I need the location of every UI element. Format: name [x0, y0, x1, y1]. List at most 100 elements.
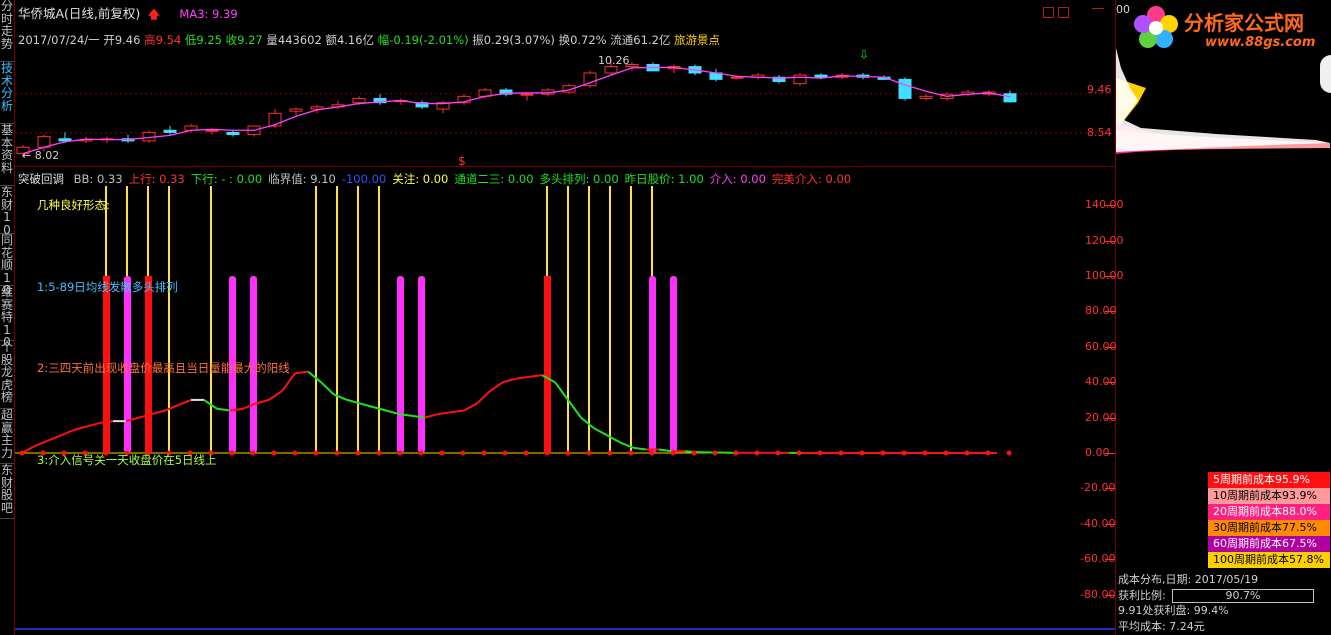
quote-date: 2017/07/24/一 — [18, 33, 100, 47]
candle[interactable] — [751, 72, 765, 80]
candle[interactable] — [247, 125, 261, 137]
restore-window-icon[interactable] — [1043, 7, 1054, 18]
indicator-curve-segment — [73, 425, 88, 431]
zero-dot — [313, 450, 319, 456]
sidebar-tab-8[interactable]: 东财股吧 — [0, 464, 14, 519]
indicator-curve-segment — [99, 420, 114, 424]
candle[interactable] — [436, 100, 450, 114]
indicator-curve-segment — [216, 407, 231, 412]
indicator-value-9: 介入: 0.00 — [709, 172, 766, 186]
indicator-curve-segment — [476, 390, 491, 405]
candle[interactable] — [583, 70, 597, 88]
signal-bar-magenta — [418, 276, 425, 453]
indicator-curve-segment — [281, 372, 296, 392]
zero-dot — [418, 450, 424, 456]
sidebar-tab-2[interactable]: 基本资料 — [0, 124, 14, 186]
cost-legend: 5周期前成本95.9% 10周期前成本93.9% 20周期前成本88.0% 30周期前… — [1208, 472, 1330, 568]
candlestick-chart[interactable]: ⇩ — [15, 48, 1115, 166]
quote-sector[interactable]: 旅游景点 — [674, 33, 720, 47]
sidebar-tab-3[interactable]: 东财10 — [0, 186, 14, 236]
candle[interactable] — [919, 94, 933, 101]
candle[interactable] — [961, 89, 975, 97]
indicator-curve-segment — [34, 439, 49, 447]
sidebar-tab-7[interactable]: 超赢主力 — [0, 409, 14, 464]
profit-ratio-label: 获利比例: — [1118, 588, 1166, 602]
quote-line: 2017/07/24/一 开9.46 高9.54 低9.25 收9.27 量44… — [18, 32, 720, 48]
candle[interactable] — [772, 75, 786, 84]
zero-dot — [544, 450, 550, 456]
price-label-upper: 9.46 — [1087, 83, 1112, 96]
minimize-window-icon[interactable] — [1092, 8, 1104, 9]
indicator-curve-segment — [567, 399, 582, 419]
indicator-curve-segment — [255, 398, 270, 405]
sidebar-tab-5[interactable]: 维赛特10 — [0, 286, 14, 348]
candle[interactable] — [709, 68, 723, 82]
high-price-marker: 10.26 — [598, 54, 630, 67]
indicator-value-0: BB: 0.33 — [73, 172, 123, 186]
scale-tick — [1105, 311, 1115, 313]
zero-dot — [712, 450, 718, 456]
zero-dot — [334, 450, 340, 456]
quote-amount: 额4.16亿 — [325, 33, 375, 47]
zero-dot — [271, 450, 277, 456]
candle[interactable] — [226, 130, 240, 137]
chart-divider — [15, 166, 1115, 167]
candle[interactable] — [415, 100, 429, 110]
quote-float: 流通61.2亿 — [610, 33, 671, 47]
indicator-curve-segment — [359, 402, 374, 408]
zero-dot — [838, 450, 844, 456]
profit-ratio-value: 90.7% — [1225, 588, 1261, 602]
quote-turnover: 换0.72% — [558, 33, 607, 47]
avg-cost: 平均成本: 7.24元 — [1118, 619, 1205, 633]
zero-dot — [733, 450, 739, 456]
indicator-curve-segment — [47, 434, 62, 442]
candle[interactable] — [289, 106, 303, 116]
indicator-title[interactable]: 突破回调 — [18, 172, 64, 186]
scale-tick — [1105, 276, 1115, 277]
indicator-curve-segment — [86, 421, 101, 428]
zero-dot — [964, 450, 970, 456]
close-window-icon[interactable] — [1058, 7, 1069, 18]
sidebar-tab-6[interactable]: 个股龙虎榜 — [0, 341, 14, 409]
scale-tick — [1105, 559, 1115, 561]
indicator-curve-segment — [489, 381, 504, 392]
indicator-curve-segment — [294, 370, 309, 375]
zero-dot — [628, 450, 634, 456]
candle[interactable] — [898, 77, 912, 101]
sidebar-tab-0[interactable]: 分时走势 — [0, 0, 14, 62]
legend-item-2: 20周期前成本88.0% — [1208, 504, 1330, 520]
scale-tick — [1105, 205, 1115, 207]
zero-dot — [292, 450, 298, 456]
indicator-value-7: 多头排列: 0.00 — [539, 172, 619, 186]
zero-dot — [901, 450, 907, 456]
indicator-curve-segment — [177, 398, 192, 407]
legend-item-4: 60周期前成本67.5% — [1208, 536, 1330, 552]
quote-high: 高9.54 — [144, 33, 182, 47]
indicator-curve-segment — [151, 409, 166, 416]
indicator-chart[interactable] — [15, 186, 1115, 635]
candle[interactable] — [457, 94, 471, 105]
zero-dot — [649, 450, 655, 456]
indicator-curve-segment — [502, 377, 517, 384]
candle[interactable] — [646, 62, 660, 72]
candle[interactable] — [793, 72, 807, 86]
sidebar-tab-4[interactable]: 同花顺10 — [0, 234, 14, 296]
quote-change: 幅-0.19(-2.01%) — [377, 33, 469, 47]
profit-at-price: 9.91处获利盘: 99.4% — [1118, 604, 1229, 617]
candle[interactable] — [373, 94, 387, 105]
scale-tick — [1105, 453, 1115, 454]
zero-dot — [817, 450, 823, 456]
indicator-curve-segment — [450, 409, 465, 414]
signal-bar-magenta — [397, 276, 404, 453]
candle[interactable] — [667, 64, 681, 73]
stock-title[interactable]: 华侨城A(日线,前复权) — [18, 6, 140, 21]
indicator-curve-segment — [632, 446, 647, 451]
scale-tick — [1105, 594, 1115, 596]
legend-item-3: 30周期前成本77.5% — [1208, 520, 1330, 536]
sidebar-tab-1[interactable]: 技术分析 — [0, 62, 14, 124]
sidebar: 分时走势 技术分析 基本资料 东财10 同花顺10 维赛特10 个股龙虎榜 超赢主力 东财股吧 — [0, 0, 14, 635]
price-label-lower: 8.54 — [1087, 126, 1112, 139]
candle[interactable] — [499, 87, 513, 97]
zero-dot — [586, 450, 592, 456]
zero-dot — [481, 450, 487, 456]
